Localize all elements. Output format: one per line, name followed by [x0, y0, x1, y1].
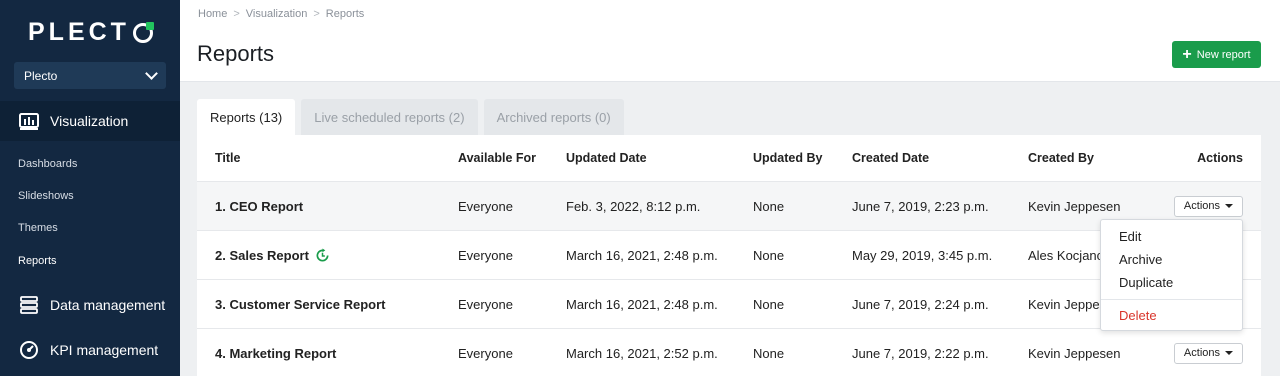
updated-date-cell: March 16, 2021, 2:48 p.m.	[566, 247, 718, 263]
page-header: Home > Visualization > Reports Reports +…	[180, 0, 1280, 82]
available-for-cell: Everyone	[458, 247, 513, 263]
organization-select-value: Plecto	[24, 68, 58, 83]
column-header-created-date[interactable]: Created Date	[852, 135, 929, 181]
table-header-row: Title Available For Updated Date Updated…	[197, 135, 1261, 182]
menu-item-archive[interactable]: Archive	[1119, 252, 1162, 267]
updated-date-cell: March 16, 2021, 2:48 p.m.	[566, 296, 718, 312]
tab-reports[interactable]: Reports (13)	[197, 99, 296, 135]
logo-ring-icon	[132, 21, 154, 43]
created-date-cell: June 7, 2019, 2:23 p.m.	[852, 198, 989, 214]
plus-icon: +	[1182, 45, 1192, 63]
column-header-available-for[interactable]: Available For	[458, 135, 536, 181]
caret-down-icon	[1225, 351, 1233, 355]
sidebar-item-slideshows[interactable]: Slideshows	[18, 190, 74, 202]
available-for-cell: Everyone	[458, 345, 513, 361]
nav-section-label: Data management	[50, 297, 166, 313]
nav-section-label: KPI management	[50, 342, 159, 358]
actions-button-label: Actions	[1183, 347, 1220, 359]
actions-button-label: Actions	[1183, 200, 1220, 212]
database-icon	[18, 295, 40, 315]
menu-item-edit[interactable]: Edit	[1119, 229, 1141, 244]
breadcrumb-reports: Reports	[325, 8, 365, 20]
breadcrumb-visualization[interactable]: Visualization	[246, 8, 308, 20]
menu-item-delete[interactable]: Delete	[1119, 308, 1157, 323]
sidebar: PLECT Plecto Visualization Dashboards Sl…	[0, 0, 180, 376]
breadcrumb-separator: >	[233, 8, 240, 20]
updated-by-cell: None	[753, 296, 785, 312]
actions-cell: Actions	[1173, 329, 1243, 376]
updated-date-cell: March 16, 2021, 2:52 p.m.	[566, 345, 718, 361]
actions-dropdown-button[interactable]: Actions	[1173, 195, 1243, 217]
breadcrumb-separator: >	[313, 8, 320, 20]
nav-section-kpi-management[interactable]: KPI management	[0, 330, 180, 370]
created-date-cell: June 7, 2019, 2:24 p.m.	[852, 296, 989, 312]
caret-down-icon	[1225, 204, 1233, 208]
plecto-logo[interactable]: PLECT	[28, 18, 154, 47]
available-for-cell: Everyone	[458, 296, 513, 312]
actions-dropdown-menu: Edit Archive Duplicate Delete	[1100, 219, 1243, 331]
created-date-cell: May 29, 2019, 3:45 p.m.	[852, 247, 993, 263]
scheduled-refresh-icon	[315, 247, 330, 263]
tab-archived-reports[interactable]: Archived reports (0)	[483, 99, 624, 135]
column-header-updated-by[interactable]: Updated By	[753, 135, 822, 181]
sidebar-item-themes[interactable]: Themes	[18, 222, 58, 234]
updated-by-cell: None	[753, 198, 785, 214]
organization-select[interactable]: Plecto	[14, 62, 166, 89]
report-title-link[interactable]: 1. CEO Report	[215, 182, 303, 230]
nav-section-label: Visualization	[50, 113, 129, 129]
created-date-cell: June 7, 2019, 2:22 p.m.	[852, 345, 989, 361]
sidebar-item-reports[interactable]: Reports	[18, 255, 57, 267]
logo-text: PLECT	[28, 18, 130, 46]
new-report-label: New report	[1196, 48, 1251, 61]
updated-by-cell: None	[753, 247, 785, 263]
report-tabs: Reports (13) Live scheduled reports (2) …	[197, 99, 624, 135]
sidebar-item-dashboards[interactable]: Dashboards	[18, 158, 77, 170]
tab-live-scheduled-reports[interactable]: Live scheduled reports (2)	[301, 99, 478, 135]
menu-item-duplicate[interactable]: Duplicate	[1119, 275, 1173, 290]
report-title-link[interactable]: 2. Sales Report	[215, 231, 330, 279]
new-report-button[interactable]: + New report	[1172, 41, 1261, 68]
column-header-created-by[interactable]: Created By	[1028, 135, 1094, 181]
table-row[interactable]: 4. Marketing Report Everyone March 16, 2…	[197, 329, 1261, 376]
chevron-down-icon	[145, 66, 158, 80]
report-title-link[interactable]: 3. Customer Service Report	[215, 280, 386, 328]
breadcrumb-home[interactable]: Home	[198, 8, 227, 20]
column-header-updated-date[interactable]: Updated Date	[566, 135, 647, 181]
breadcrumb: Home > Visualization > Reports	[198, 8, 364, 20]
column-header-title[interactable]: Title	[215, 135, 240, 181]
bar-chart-icon	[18, 111, 40, 131]
updated-date-cell: Feb. 3, 2022, 8:12 p.m.	[566, 198, 701, 214]
gauge-icon	[18, 340, 40, 360]
menu-divider	[1101, 299, 1242, 300]
page-title: Reports	[197, 41, 275, 66]
nav-section-visualization[interactable]: Visualization	[0, 101, 180, 141]
report-title-link[interactable]: 4. Marketing Report	[215, 329, 336, 376]
created-by-cell: Kevin Jeppesen	[1028, 345, 1121, 361]
actions-dropdown-button[interactable]: Actions	[1173, 342, 1243, 364]
nav-section-data-management[interactable]: Data management	[0, 285, 180, 325]
column-header-actions: Actions	[1197, 151, 1243, 165]
report-title-text: 2. Sales Report	[215, 247, 309, 263]
available-for-cell: Everyone	[458, 198, 513, 214]
updated-by-cell: None	[753, 345, 785, 361]
